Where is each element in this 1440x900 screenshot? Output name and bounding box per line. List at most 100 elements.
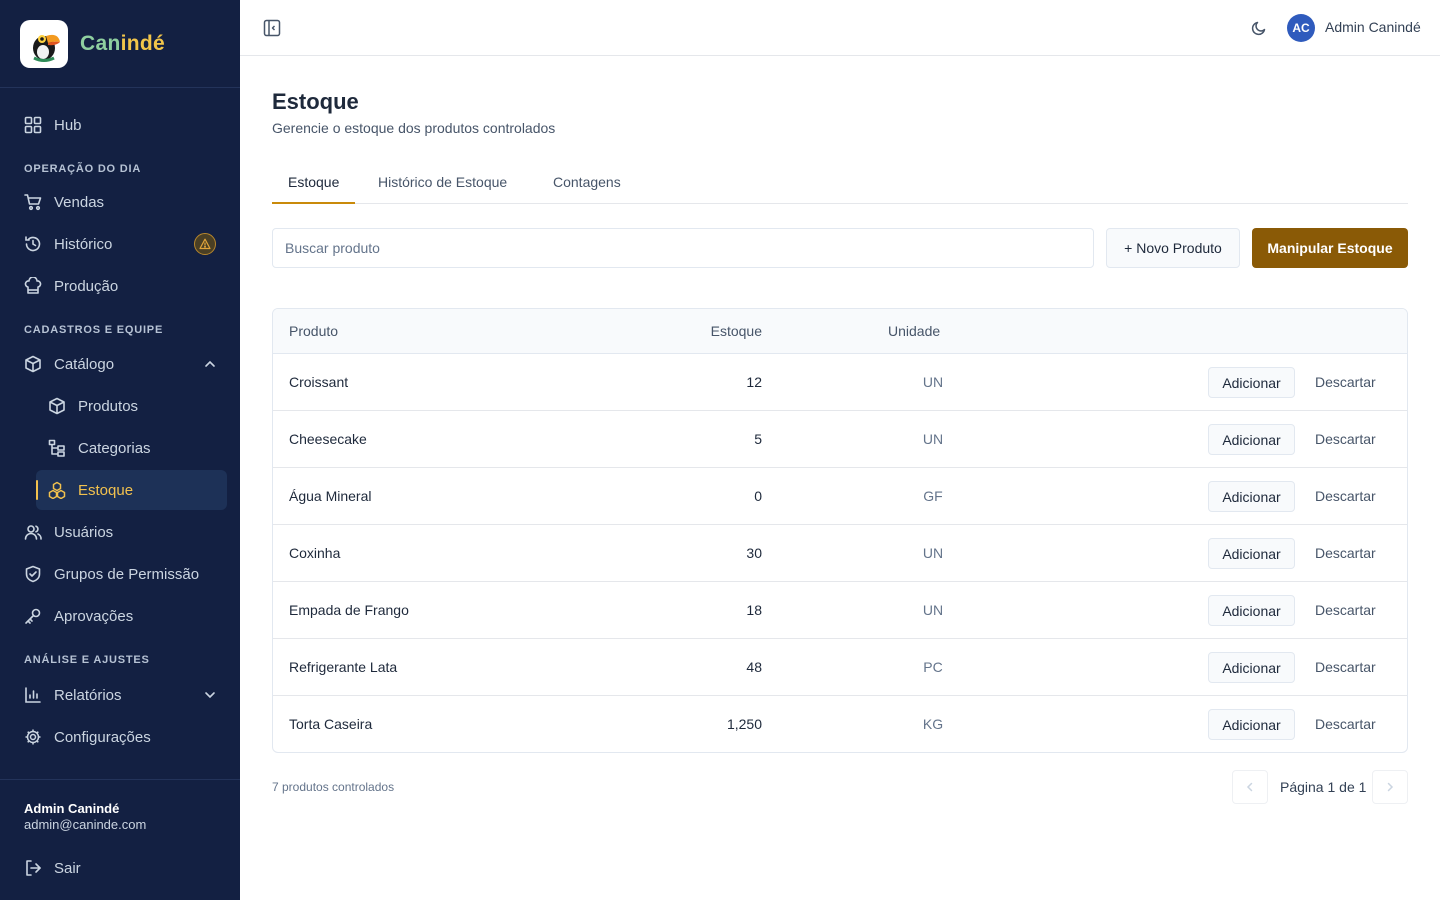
discard-button[interactable]: Descartar — [1315, 602, 1376, 618]
page-subtitle: Gerencie o estoque dos produtos controla… — [272, 120, 556, 136]
discard-button[interactable]: Descartar — [1315, 374, 1376, 390]
logout-icon — [24, 859, 42, 877]
brand: Canindé — [0, 0, 240, 88]
table-row: Refrigerante Lata 48 PC Adicionar Descar… — [273, 639, 1407, 696]
page-title: Estoque — [272, 89, 359, 114]
table-row: Croissant 12 UN Adicionar Descartar — [273, 354, 1407, 411]
sidebar: Canindé Hub OPERAÇÃO DO DIA Vendas Histó… — [0, 0, 240, 900]
sidebar-item-categorias[interactable]: Categorias — [0, 428, 240, 468]
sidebar-item-label: Catálogo — [54, 355, 115, 373]
sidebar-item-producao[interactable]: Produção — [0, 266, 240, 306]
theme-toggle-button[interactable] — [1249, 18, 1269, 38]
new-product-button[interactable]: + Novo Produto — [1106, 228, 1240, 268]
sidebar-item-label: Aprovações — [54, 607, 134, 625]
shield-check-icon — [24, 565, 42, 583]
discard-button[interactable]: Descartar — [1315, 431, 1376, 447]
sidebar-user-email: admin@caninde.com — [24, 817, 147, 832]
sidebar-item-label: Produção — [54, 277, 119, 295]
add-button[interactable]: Adicionar — [1208, 538, 1295, 569]
sidebar-item-estoque[interactable]: Estoque — [36, 470, 227, 510]
table-row: Torta Caseira 1,250 KG Adicionar Descart… — [273, 696, 1407, 752]
cell-unit: KG — [922, 716, 944, 732]
cell-stock: 5 — [754, 431, 762, 447]
panel-left-icon — [263, 19, 281, 37]
sidebar-item-label: Produtos — [78, 397, 139, 415]
table-row: Coxinha 30 UN Adicionar Descartar — [273, 525, 1407, 582]
cart-icon — [24, 193, 42, 211]
sidebar-item-configuracoes[interactable]: Configurações — [0, 717, 240, 757]
key-icon — [24, 607, 42, 625]
tab-estoque[interactable]: Estoque — [272, 163, 356, 204]
cell-stock: 18 — [746, 602, 762, 618]
logout-button[interactable]: Sair — [0, 848, 240, 888]
discard-button[interactable]: Descartar — [1315, 716, 1376, 732]
add-button[interactable]: Adicionar — [1208, 709, 1295, 740]
sidebar-item-catalogo[interactable]: Catálogo — [0, 344, 240, 384]
add-button[interactable]: Adicionar — [1208, 595, 1295, 626]
tab-historico-estoque[interactable]: Histórico de Estoque — [362, 163, 523, 204]
table-row: Cheesecake 5 UN Adicionar Descartar — [273, 411, 1407, 468]
moon-icon — [1251, 21, 1266, 36]
sidebar-item-historico[interactable]: Histórico — [0, 224, 240, 264]
cell-unit: UN — [922, 545, 944, 561]
add-button[interactable]: Adicionar — [1208, 424, 1295, 455]
table-header: Produto Estoque Unidade — [273, 309, 1407, 354]
package-icon — [48, 397, 66, 415]
previous-page-button[interactable] — [1232, 770, 1268, 804]
brand-logo[interactable] — [20, 19, 68, 68]
column-header-stock: Estoque — [710, 323, 762, 339]
sidebar-item-label: Hub — [54, 116, 82, 134]
nav-section-title: OPERAÇÃO DO DIA — [24, 163, 142, 175]
topbar: AC Admin Canindé — [240, 0, 1440, 56]
chevron-down-icon — [204, 689, 216, 701]
table-row: Empada de Frango 18 UN Adicionar Descart… — [273, 582, 1407, 639]
sidebar-item-produtos[interactable]: Produtos — [0, 386, 240, 426]
logout-label: Sair — [54, 859, 81, 877]
table-row: Água Mineral 0 GF Adicionar Descartar — [273, 468, 1407, 525]
cell-stock: 12 — [746, 374, 762, 390]
add-button[interactable]: Adicionar — [1208, 652, 1295, 683]
chef-hat-icon — [24, 277, 42, 295]
cell-stock: 48 — [746, 659, 762, 675]
cell-product: Água Mineral — [289, 488, 372, 504]
cell-product: Refrigerante Lata — [289, 659, 398, 675]
cell-unit: GF — [923, 488, 943, 504]
avatar[interactable]: AC — [1287, 14, 1315, 42]
add-button[interactable]: Adicionar — [1208, 481, 1295, 512]
sidebar-item-label: Histórico — [54, 235, 113, 253]
tab-contagens[interactable]: Contagens — [537, 163, 637, 204]
history-icon — [24, 235, 42, 253]
cell-product: Croissant — [289, 374, 349, 390]
next-page-button[interactable] — [1372, 770, 1408, 804]
cell-stock: 30 — [746, 545, 762, 561]
search-input[interactable] — [272, 228, 1094, 268]
sidebar-item-grupos[interactable]: Grupos de Permissão — [0, 554, 240, 594]
gear-icon — [24, 728, 42, 746]
chevron-up-icon — [204, 358, 216, 370]
sidebar-item-relatorios[interactable]: Relatórios — [0, 675, 240, 715]
manipulate-stock-button[interactable]: Manipular Estoque — [1252, 228, 1408, 268]
sidebar-item-label: Relatórios — [54, 686, 122, 704]
cell-unit: UN — [922, 602, 944, 618]
cell-product: Coxinha — [289, 545, 341, 561]
sidebar-item-label: Configurações — [54, 728, 151, 746]
cell-product: Torta Caseira — [289, 716, 373, 732]
sidebar-item-usuarios[interactable]: Usuários — [0, 512, 240, 552]
cell-product: Cheesecake — [289, 431, 367, 447]
sidebar-toggle-button[interactable] — [262, 18, 282, 38]
discard-button[interactable]: Descartar — [1315, 545, 1376, 561]
sidebar-user-name: Admin Canindé — [24, 801, 120, 816]
sidebar-item-vendas[interactable]: Vendas — [0, 182, 240, 222]
discard-button[interactable]: Descartar — [1315, 659, 1376, 675]
warning-icon — [194, 233, 216, 255]
add-button[interactable]: Adicionar — [1208, 367, 1295, 398]
topbar-user-name[interactable]: Admin Canindé — [1325, 19, 1421, 35]
sidebar-item-hub[interactable]: Hub — [0, 105, 240, 145]
stock-table: Produto Estoque Unidade Croissant 12 UN … — [272, 308, 1408, 753]
tree-icon — [48, 439, 66, 457]
sidebar-item-aprovacoes[interactable]: Aprovações — [0, 596, 240, 636]
product-count: 7 produtos controlados — [272, 780, 395, 794]
discard-button[interactable]: Descartar — [1315, 488, 1376, 504]
column-header-unit: Unidade — [888, 323, 941, 339]
tab-bar: Estoque Histórico de Estoque Contagens — [272, 163, 1408, 204]
